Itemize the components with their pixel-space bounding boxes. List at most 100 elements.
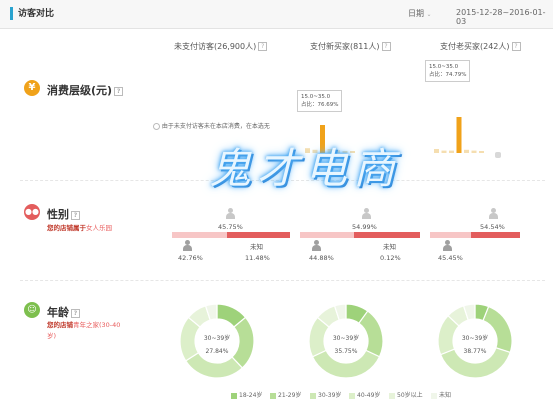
legend-swatch — [431, 392, 437, 399]
page-title: 访客对比 — [18, 9, 55, 19]
spend-bar[interactable] — [441, 150, 447, 153]
male-icon — [312, 240, 321, 251]
age-note-highlight: 青年之家(30-40 — [73, 321, 121, 329]
male-percent: 44.88% — [309, 254, 334, 262]
people-icon: ●● — [24, 204, 40, 220]
spend-bar[interactable] — [471, 150, 477, 153]
donut-center-label: 30~39岁 — [203, 335, 231, 342]
column-head-label: 支付新买家(811人) — [310, 42, 380, 51]
donut-center-label: 30~39岁 — [461, 335, 489, 342]
yuan-icon: ¥ — [24, 80, 40, 96]
help-icon[interactable]: ? — [381, 42, 391, 51]
legend-swatch — [310, 392, 316, 399]
female-icon — [226, 208, 235, 219]
legend-swatch — [270, 392, 276, 399]
gender-note-prefix: 您的店铺属于 — [47, 224, 86, 232]
legend-label: 未知 — [439, 392, 452, 399]
legend-label: 40-49岁 — [357, 392, 381, 399]
tooltip-range: 15.0~35.0 — [301, 94, 331, 100]
legend-item[interactable]: 50岁以上 — [389, 390, 423, 399]
unknown-label: 未知 — [250, 243, 263, 251]
spend-tooltip: 15.0~35.0 占比：76.69% — [297, 90, 343, 112]
spend-bar[interactable] — [449, 150, 454, 153]
female-bar-fill — [354, 232, 420, 238]
help-icon[interactable]: ? — [511, 42, 521, 51]
female-percent: 54.99% — [352, 223, 377, 231]
age-title: 年龄 — [47, 306, 69, 319]
female-bar-fill — [227, 232, 290, 238]
gender-title: 性别 — [47, 208, 69, 221]
male-percent: 45.45% — [438, 254, 463, 262]
donut-center: 30~39岁 35.75% — [326, 333, 366, 355]
female-percent: 54.54% — [480, 223, 505, 231]
female-icon — [489, 208, 498, 219]
tooltip-share: 占比：76.69% — [301, 102, 339, 108]
age-note: 您的店铺青年之家(30-40 岁) — [47, 320, 127, 342]
age-icon: ☺ — [24, 302, 40, 318]
legend-label: 21-29岁 — [278, 392, 302, 399]
date-dropdown-label: 日期 — [408, 9, 424, 18]
donut-center-value: 35.75% — [334, 348, 358, 355]
gender-section-title: 性别? — [47, 206, 80, 222]
legend-label: 18-24岁 — [239, 392, 263, 399]
legend-swatch — [231, 392, 237, 399]
male-icon — [443, 240, 452, 251]
legend-item[interactable]: 30-39岁 — [310, 390, 341, 399]
date-range: 2015-12-28~2016-01-03 — [456, 8, 546, 26]
spend-bar[interactable] — [479, 151, 484, 153]
tooltip-range: 15.0~35.0 — [429, 64, 459, 70]
section-divider — [20, 280, 545, 281]
donut-center: 30~39岁 27.84% — [197, 333, 237, 355]
tooltip-share: 占比：74.79% — [429, 72, 467, 78]
male-icon — [183, 240, 192, 251]
female-percent: 45.75% — [218, 223, 243, 231]
legend-label: 50岁以上 — [397, 392, 423, 399]
column-head-old-buyers: 支付老买家(242人)? — [440, 41, 521, 52]
legend-item[interactable]: 未知 — [431, 390, 451, 399]
date-dropdown[interactable]: 日期 ⌄ — [408, 8, 432, 19]
help-icon[interactable]: ? — [258, 42, 268, 51]
spend-bar[interactable] — [464, 149, 469, 153]
age-section-title: 年龄? — [47, 304, 80, 320]
age-note-suffix: 岁) — [47, 332, 57, 340]
gender-note-highlight: 女人乐园 — [86, 224, 112, 232]
column-head-unpaid: 未支付访客(26,900人)? — [174, 41, 268, 52]
spend-bar[interactable] — [456, 117, 462, 153]
legend-item[interactable]: 40-49岁 — [349, 390, 380, 399]
spend-histogram-old-buyers — [434, 117, 484, 153]
watermark: 鬼才电商 — [208, 144, 401, 193]
age-note-prefix: 您的店铺 — [47, 321, 73, 329]
help-icon[interactable]: ? — [71, 210, 80, 220]
column-head-label: 未支付访客(26,900人) — [174, 42, 257, 51]
spend-bar[interactable] — [434, 149, 439, 153]
donut-center: 30~39岁 38.77% — [455, 333, 495, 355]
accent-bar — [10, 7, 13, 20]
legend-label: 30-39岁 — [318, 392, 342, 399]
legend-swatch — [389, 392, 395, 399]
help-icon[interactable]: ? — [71, 308, 80, 318]
donut-center-value: 27.84% — [205, 348, 229, 355]
info-icon — [153, 123, 160, 130]
spend-section-title: 消费层级(元)? — [47, 82, 124, 98]
female-icon — [362, 208, 371, 219]
female-bar-fill — [471, 232, 520, 238]
unknown-percent: 0.12% — [380, 254, 401, 262]
coin-stack-icon — [495, 152, 501, 158]
unknown-percent: 11.48% — [245, 254, 270, 262]
help-icon[interactable]: ? — [114, 86, 124, 96]
donut-center-value: 38.77% — [463, 348, 487, 355]
legend-swatch — [349, 392, 355, 399]
male-percent: 42.76% — [178, 254, 203, 262]
column-head-label: 支付老买家(242人) — [440, 42, 510, 51]
header-bar: 访客对比 日期 ⌄ 2015-12-28~2016-01-03 — [0, 0, 553, 29]
spend-tooltip: 15.0~35.0 占比：74.79% — [425, 60, 471, 82]
spend-no-data-note: 由于未支付访客未在本店消费，在本选无 — [153, 121, 270, 130]
spend-title: 消费层级(元) — [47, 84, 113, 97]
legend-item[interactable]: 18-24岁 — [231, 390, 262, 399]
column-head-new-buyers: 支付新买家(811人)? — [310, 41, 391, 52]
spend-no-data-text: 由于未支付访客未在本店消费，在本选无 — [161, 123, 270, 130]
chevron-down-icon: ⌄ — [426, 11, 432, 18]
legend-item[interactable]: 21-29岁 — [270, 390, 301, 399]
unknown-label: 未知 — [383, 243, 396, 251]
gender-note: 您的店铺属于女人乐园 — [47, 223, 112, 234]
